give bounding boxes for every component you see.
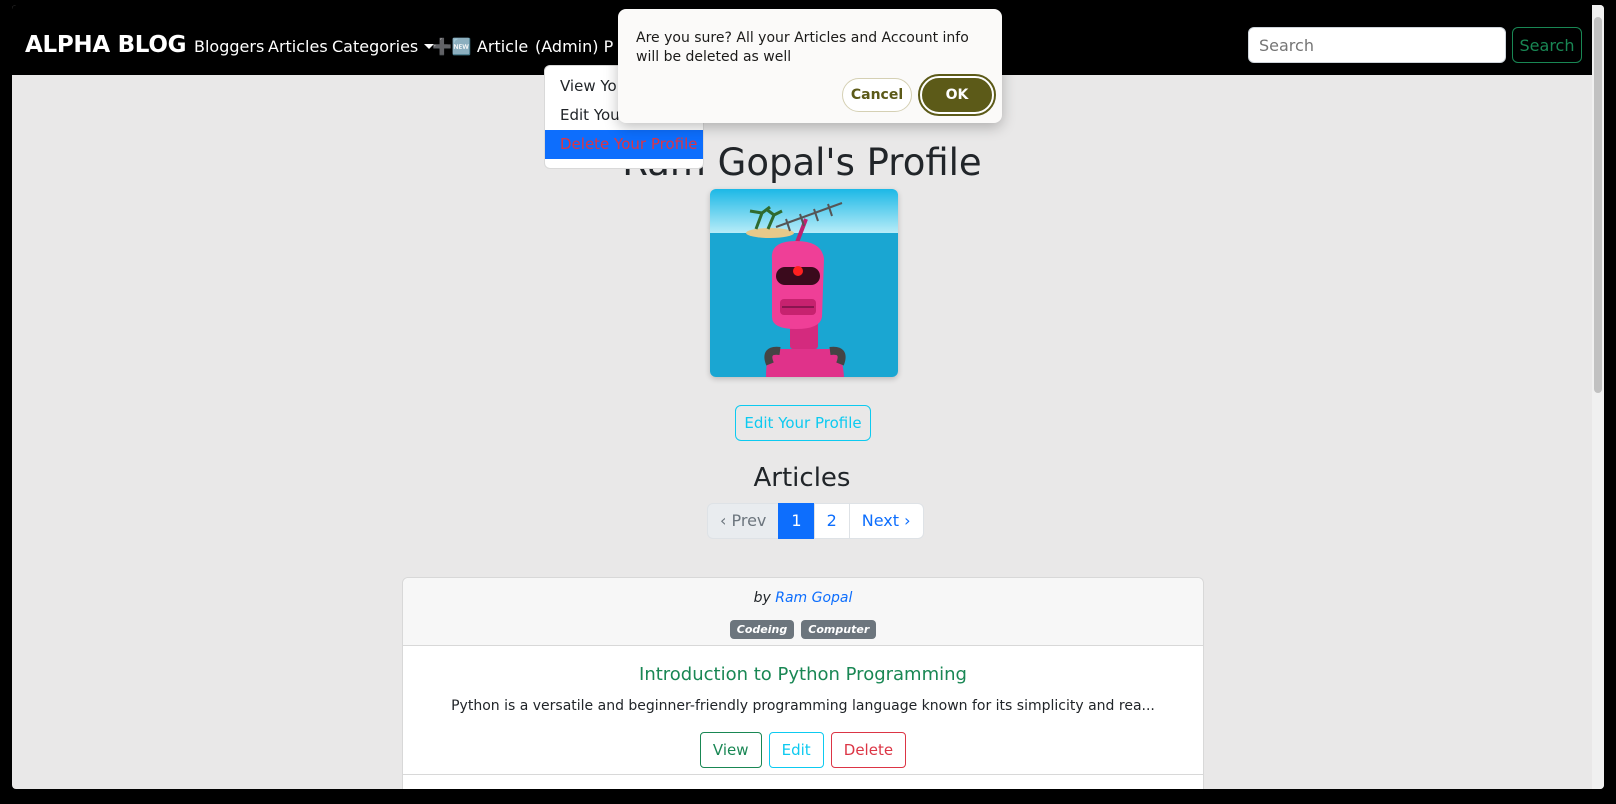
pagination-next[interactable]: Next › — [848, 503, 924, 539]
confirm-dialog: Are you sure? All your Articles and Acco… — [618, 9, 1002, 123]
byline-prefix: by — [753, 590, 771, 606]
delete-article-button[interactable]: Delete — [830, 732, 907, 768]
confirm-dialog-message: Are you sure? All your Articles and Acco… — [636, 30, 969, 65]
pagination: ‹ Prev 1 2 Next › — [707, 503, 924, 539]
nav-bloggers[interactable]: Bloggers — [194, 37, 264, 56]
pagination-page-2[interactable]: 2 — [813, 503, 850, 539]
brand-logo[interactable]: ALPHA BLOG — [25, 32, 186, 58]
category-badge[interactable]: Codeing — [729, 620, 795, 639]
page-title: Ram Gopal's Profile — [622, 141, 982, 184]
browser-viewport: ALPHA BLOG Bloggers Articles Categories … — [12, 5, 1604, 789]
view-article-button[interactable]: View — [699, 732, 762, 768]
article-title[interactable]: Introduction to Python Programming — [403, 664, 1203, 685]
cancel-button[interactable]: Cancel — [842, 78, 912, 112]
nav-new-article[interactable]: ➕🆕 Article — [432, 37, 528, 56]
articles-heading: Articles — [753, 463, 851, 493]
nav-categories[interactable]: Categories — [332, 37, 435, 56]
ok-button[interactable]: OK — [918, 74, 996, 116]
robot-avatar-image — [710, 189, 898, 377]
nav-categories-label: Categories — [332, 37, 419, 56]
avatar — [710, 189, 898, 377]
pagination-page-1[interactable]: 1 — [778, 503, 815, 539]
category-badge[interactable]: Computer — [801, 620, 877, 639]
edit-profile-button[interactable]: Edit Your Profile — [735, 405, 871, 441]
author-link[interactable]: Ram Gopal — [775, 590, 852, 606]
search-input[interactable] — [1248, 27, 1506, 63]
nav-admin-profile[interactable]: (Admin) P — [535, 37, 615, 56]
pagination-prev[interactable]: ‹ Prev — [707, 503, 780, 539]
scrollbar[interactable] — [1592, 5, 1604, 789]
edit-article-button[interactable]: Edit — [768, 732, 824, 768]
category-badges: Codeing Computer — [403, 618, 1203, 639]
nav-articles[interactable]: Articles — [268, 37, 328, 56]
card-divider — [403, 774, 1203, 775]
article-byline: by Ram Gopal — [403, 590, 1203, 606]
article-excerpt: Python is a versatile and beginner-frien… — [451, 698, 1155, 714]
article-actions: View Edit Delete — [403, 732, 1203, 768]
scrollbar-thumb[interactable] — [1594, 17, 1602, 393]
article-card: by Ram Gopal Codeing Computer Introducti… — [402, 577, 1204, 789]
dropdown-item-delete-profile[interactable]: Delete Your Profile — [545, 130, 703, 159]
search-button[interactable]: Search — [1512, 27, 1582, 63]
article-card-header: by Ram Gopal Codeing Computer — [403, 578, 1203, 646]
